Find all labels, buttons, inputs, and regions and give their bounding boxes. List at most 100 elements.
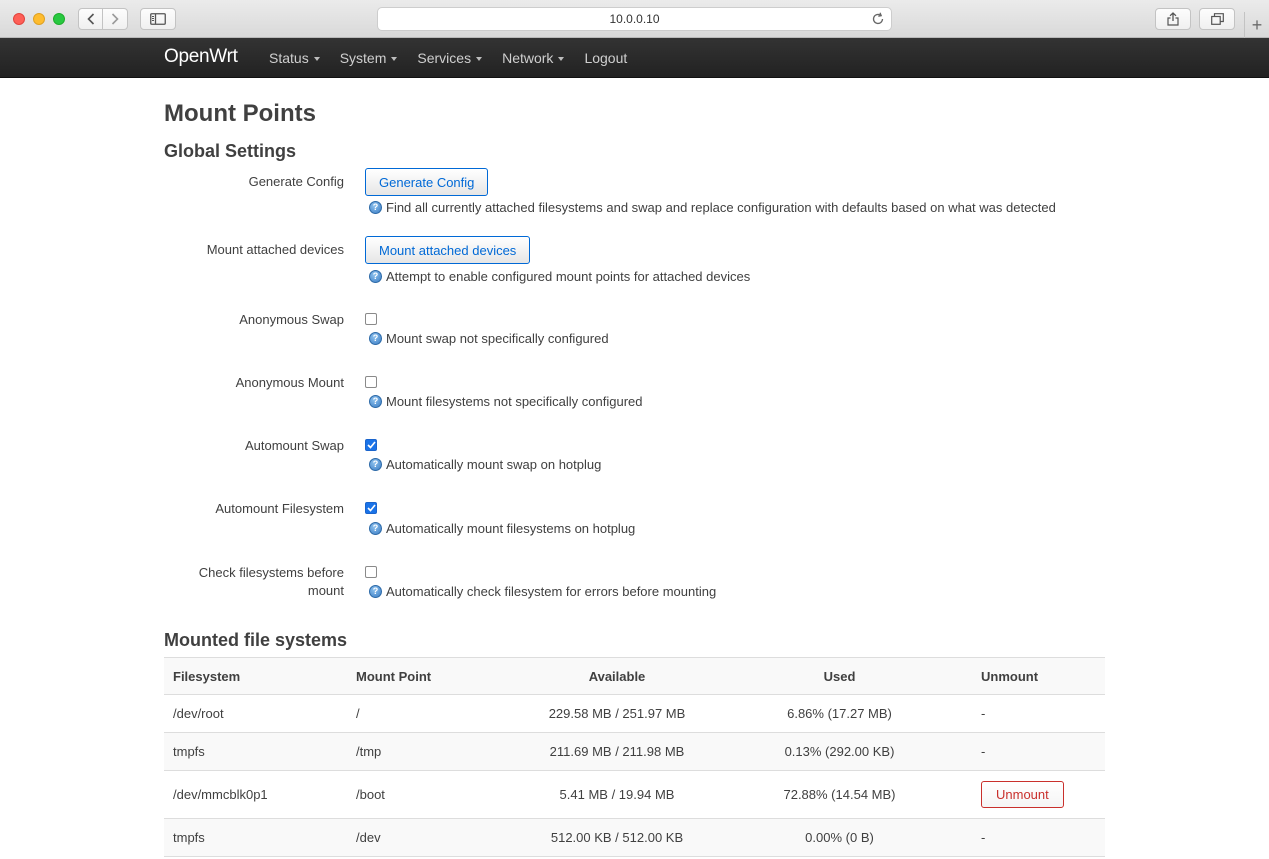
menu-status-label: Status: [269, 50, 309, 66]
menu-logout[interactable]: Logout: [584, 50, 627, 66]
table-row: /dev/root / 229.58 MB / 251.97 MB 6.86% …: [164, 694, 1105, 733]
header-available: Available: [527, 657, 707, 695]
menu-services-label: Services: [417, 50, 472, 66]
main-menu: Status System Services Network Logout: [269, 38, 647, 78]
header-mount-point: Mount Point: [347, 657, 527, 695]
reload-icon[interactable]: [870, 11, 886, 27]
show-tabs-button[interactable]: [1199, 8, 1235, 30]
share-button[interactable]: [1155, 8, 1191, 30]
window-close-button[interactable]: [13, 13, 25, 25]
menu-system[interactable]: System: [340, 50, 398, 66]
anonymous-mount-description: ? Mount filesystems not specifically con…: [369, 394, 643, 409]
automount-swap-description-text: Automatically mount swap on hotplug: [386, 457, 602, 472]
address-bar[interactable]: 10.0.0.10: [377, 7, 892, 31]
cell-available: 512.00 KB / 512.00 KB: [527, 818, 707, 857]
window-minimize-button[interactable]: [33, 13, 45, 25]
page-title: Mount Points: [164, 100, 316, 127]
caret-down-icon: [313, 57, 320, 61]
tabs-icon: [1210, 13, 1224, 25]
generate-config-description: ? Find all currently attached filesystem…: [369, 200, 1056, 215]
unmount-button[interactable]: Unmount: [981, 781, 1064, 808]
menu-network-label: Network: [502, 50, 554, 66]
anonymous-swap-checkbox[interactable]: [365, 313, 377, 325]
chevron-right-icon: [111, 13, 119, 25]
cell-mount-point: /tmp: [347, 732, 527, 771]
back-button[interactable]: [78, 8, 103, 30]
help-icon: ?: [369, 201, 382, 214]
menu-logout-label: Logout: [584, 50, 628, 66]
checkmark-icon: [366, 441, 376, 449]
table-row: tmpfs /dev 512.00 KB / 512.00 KB 0.00% (…: [164, 818, 1105, 857]
table-header-row: Filesystem Mount Point Available Used Un…: [164, 657, 1105, 695]
table-row: /dev/mmcblk0p1 /boot 5.41 MB / 19.94 MB …: [164, 770, 1105, 819]
forward-button[interactable]: [103, 8, 128, 30]
anonymous-mount-checkbox[interactable]: [365, 376, 377, 388]
cell-unmount: Unmount: [972, 770, 1105, 819]
top-navbar: OpenWrt Status System Services Network L…: [0, 38, 1269, 78]
cell-used: 72.88% (14.54 MB): [707, 770, 972, 819]
cell-used: 0.00% (0 B): [707, 818, 972, 857]
menu-services[interactable]: Services: [417, 50, 483, 66]
caret-down-icon: [476, 57, 483, 61]
help-icon: ?: [369, 585, 382, 598]
automount-filesystem-description-text: Automatically mount filesystems on hotpl…: [386, 521, 636, 536]
header-used: Used: [707, 657, 972, 695]
check-filesystems-checkbox[interactable]: [365, 566, 377, 578]
help-icon: ?: [369, 270, 382, 283]
caret-down-icon: [558, 57, 565, 61]
mount-attached-button[interactable]: Mount attached devices: [365, 236, 531, 264]
header-unmount: Unmount: [972, 657, 1105, 695]
cell-unmount: -: [972, 732, 1105, 771]
check-filesystems-label-line1: Check filesystems before: [198, 565, 344, 580]
help-icon: ?: [369, 332, 382, 345]
generate-config-label: Generate Config: [248, 174, 344, 189]
cell-available: 211.69 MB / 211.98 MB: [527, 732, 707, 771]
check-filesystems-description-text: Automatically check filesystem for error…: [386, 584, 717, 599]
mounted-filesystems-table: Filesystem Mount Point Available Used Un…: [164, 657, 1105, 857]
anonymous-swap-description-text: Mount swap not specifically configured: [386, 331, 609, 346]
anonymous-swap-description: ? Mount swap not specifically configured: [369, 331, 609, 346]
chevron-left-icon: [86, 13, 94, 25]
generate-config-button[interactable]: Generate Config: [365, 168, 489, 196]
checkmark-icon: [366, 504, 376, 512]
automount-filesystem-checkbox[interactable]: [365, 502, 377, 514]
mount-attached-description: ? Attempt to enable configured mount poi…: [369, 269, 750, 284]
new-tab-button[interactable]: +: [1244, 12, 1269, 38]
cell-mount-point: /boot: [347, 770, 527, 819]
cell-used: 0.13% (292.00 KB): [707, 732, 972, 771]
sidebar-toggle-button[interactable]: [140, 8, 176, 30]
caret-down-icon: [391, 57, 398, 61]
menu-network[interactable]: Network: [502, 50, 565, 66]
help-icon: ?: [369, 458, 382, 471]
cell-mount-point: /: [347, 694, 527, 733]
help-icon: ?: [369, 395, 382, 408]
cell-filesystem: tmpfs: [164, 732, 347, 771]
automount-swap-description: ? Automatically mount swap on hotplug: [369, 457, 601, 472]
cell-mount-point: /dev: [347, 818, 527, 857]
window-maximize-button[interactable]: [53, 13, 65, 25]
generate-config-description-text: Find all currently attached filesystems …: [386, 200, 1056, 215]
header-filesystem: Filesystem: [164, 657, 347, 695]
cell-unmount: -: [972, 818, 1105, 857]
help-icon: ?: [369, 522, 382, 535]
cell-used: 6.86% (17.27 MB): [707, 694, 972, 733]
check-filesystems-label-line2: mount: [307, 583, 344, 598]
menu-status[interactable]: Status: [269, 50, 320, 66]
mounted-filesystems-title: Mounted file systems: [164, 630, 348, 650]
url-text: 10.0.0.10: [609, 12, 660, 26]
check-filesystems-label: Check filesystems before mount: [164, 564, 344, 600]
cell-filesystem: /dev/root: [164, 694, 347, 733]
share-icon: [1167, 12, 1179, 26]
plus-icon: +: [1251, 14, 1263, 35]
cell-available: 229.58 MB / 251.97 MB: [527, 694, 707, 733]
table-row: tmpfs /tmp 211.69 MB / 211.98 MB 0.13% (…: [164, 732, 1105, 771]
brand-logo[interactable]: OpenWrt: [164, 46, 238, 68]
cell-filesystem: tmpfs: [164, 818, 347, 857]
cell-filesystem: /dev/mmcblk0p1: [164, 770, 347, 819]
global-settings-title: Global Settings: [164, 141, 297, 161]
automount-filesystem-description: ? Automatically mount filesystems on hot…: [369, 521, 635, 536]
anonymous-swap-label: Anonymous Swap: [239, 312, 344, 327]
cell-unmount: -: [972, 694, 1105, 733]
check-filesystems-description: ? Automatically check filesystem for err…: [369, 584, 716, 599]
automount-swap-checkbox[interactable]: [365, 439, 377, 451]
